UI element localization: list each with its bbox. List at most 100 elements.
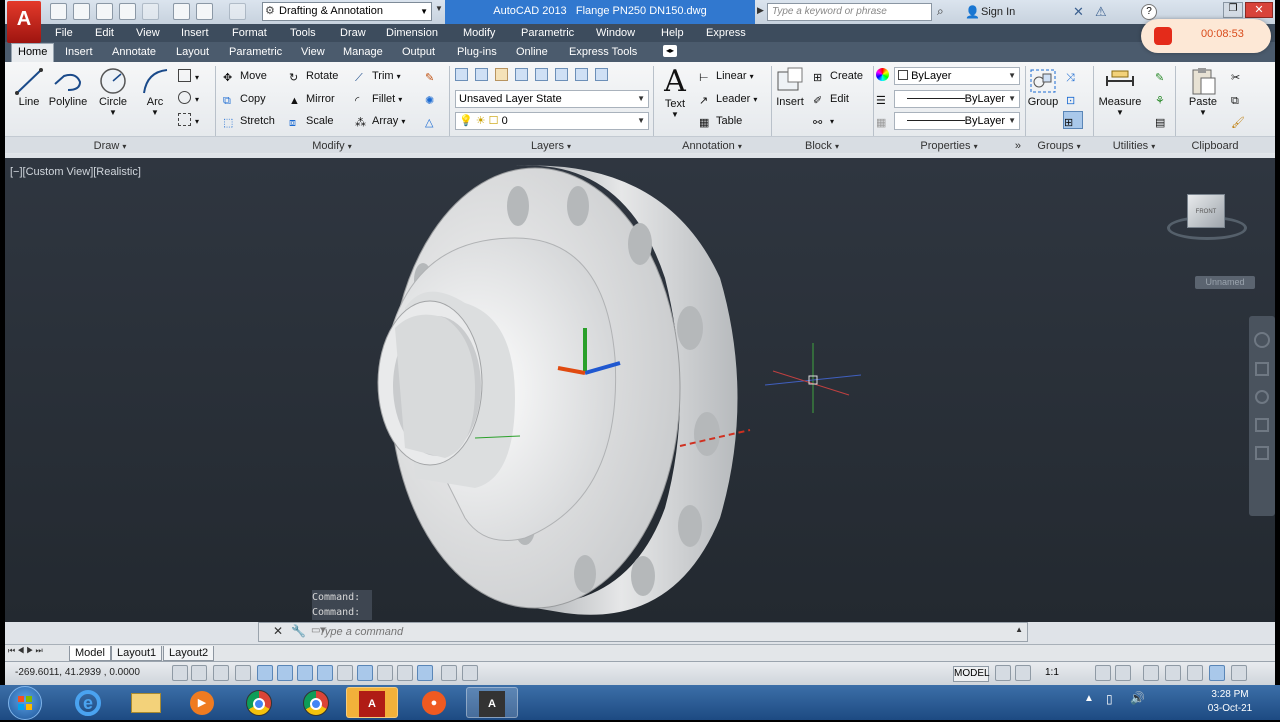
file-explorer-icon[interactable] bbox=[120, 687, 172, 718]
move-button[interactable]: ✥ Move bbox=[223, 67, 267, 85]
erase-button[interactable]: ✎ bbox=[425, 67, 442, 85]
network-icon[interactable]: ▯ bbox=[1106, 692, 1113, 706]
close-window-button[interactable]: ✕ bbox=[1245, 2, 1273, 18]
ungroup-icon[interactable]: ⤨ bbox=[1066, 67, 1083, 85]
coordinates-readout[interactable]: -269.6011, 41.2939 , 0.0000 bbox=[15, 667, 140, 678]
polyline-button[interactable]: Polyline bbox=[45, 66, 91, 108]
start-button[interactable] bbox=[8, 686, 42, 720]
leader-button[interactable]: ↗ Leader ▾ bbox=[699, 90, 757, 108]
layer-state-dropdown[interactable]: Unsaved Layer State ▼ bbox=[455, 90, 649, 108]
showmotion-icon[interactable] bbox=[1255, 446, 1269, 460]
cloud-icon[interactable] bbox=[142, 3, 159, 20]
annotation-monitor-icon[interactable] bbox=[462, 665, 478, 681]
menu-view[interactable]: View bbox=[136, 25, 160, 41]
save-as-icon[interactable] bbox=[119, 3, 136, 20]
tray-expand-icon[interactable]: ▲ bbox=[1084, 693, 1094, 704]
osnap-icon[interactable] bbox=[277, 665, 293, 681]
app-logo[interactable]: A bbox=[7, 1, 41, 43]
match-properties-icon[interactable] bbox=[876, 67, 893, 85]
cut-icon[interactable]: ✂ bbox=[1231, 67, 1248, 85]
tab-layout[interactable]: Layout bbox=[170, 44, 215, 60]
menu-express[interactable]: Express bbox=[706, 25, 746, 41]
expand-arrow-icon[interactable]: ▶ bbox=[757, 5, 765, 19]
lock-ui-icon[interactable] bbox=[1165, 665, 1181, 681]
copy-button[interactable]: ⧉ Copy bbox=[223, 90, 266, 108]
tab-annotate[interactable]: Annotate bbox=[106, 44, 162, 60]
circle-button[interactable]: Circle ▼ bbox=[93, 66, 133, 117]
otrack-icon[interactable] bbox=[317, 665, 333, 681]
group-selection-toggle[interactable]: ⊞ bbox=[1063, 111, 1083, 129]
layer-freeze-icon[interactable] bbox=[495, 68, 509, 81]
qat-dropdown-icon[interactable]: ▼ bbox=[435, 4, 445, 20]
linear-button[interactable]: ⊢ Linear ▾ bbox=[699, 67, 754, 85]
utilities-panel-title[interactable]: Utilities ▾ bbox=[1093, 138, 1175, 154]
selection-cycling-icon[interactable] bbox=[441, 665, 457, 681]
recorder-taskbar-icon[interactable]: ● bbox=[408, 687, 460, 718]
block-panel-title[interactable]: Block ▾ bbox=[771, 138, 873, 154]
annotation-scale[interactable]: 1:1 bbox=[1045, 667, 1059, 678]
mirror-button[interactable]: ▲ Mirror bbox=[289, 90, 335, 108]
zoom-icon[interactable] bbox=[1255, 390, 1269, 404]
tab-plugins[interactable]: Plug-ins bbox=[451, 44, 503, 60]
hardware-acceleration-icon[interactable] bbox=[1187, 665, 1203, 681]
fillet-button[interactable]: ◜ Fillet ▾ bbox=[355, 90, 402, 108]
autocad-2-taskbar-icon[interactable]: A bbox=[466, 687, 518, 718]
insert-button[interactable]: Insert bbox=[773, 66, 807, 108]
text-button[interactable]: A Text ▼ bbox=[657, 66, 693, 120]
match-prop-icon[interactable]: 🖌 bbox=[1231, 112, 1248, 130]
tab-model[interactable]: Model bbox=[69, 646, 111, 661]
save-icon[interactable] bbox=[96, 3, 113, 20]
draw-panel-title[interactable]: Draw ▾ bbox=[5, 138, 215, 154]
steering-wheel-icon[interactable] bbox=[1254, 332, 1270, 348]
tab-view[interactable]: View bbox=[295, 44, 331, 60]
polar-icon[interactable] bbox=[257, 665, 273, 681]
chevron-down-icon[interactable]: ▼ bbox=[1096, 108, 1144, 117]
workspace-select[interactable]: ⚙ Drafting & Annotation ▼ bbox=[262, 2, 432, 21]
viewcube-face[interactable]: FRONT bbox=[1187, 194, 1225, 228]
explode-button[interactable]: ✺ bbox=[425, 90, 442, 108]
layer-isolate-icon[interactable] bbox=[535, 68, 549, 81]
grid-display-icon[interactable] bbox=[213, 665, 229, 681]
infer-constraints-icon[interactable] bbox=[172, 665, 188, 681]
orbit-icon[interactable] bbox=[1255, 418, 1269, 432]
chrome-icon[interactable] bbox=[233, 687, 285, 718]
clipboard-panel-title[interactable]: Clipboard bbox=[1175, 138, 1255, 154]
transparency-toggle-icon[interactable] bbox=[397, 665, 413, 681]
tab-home[interactable]: Home bbox=[11, 43, 55, 62]
group-button[interactable]: Group bbox=[1025, 66, 1061, 108]
close-icon[interactable]: ✕ bbox=[273, 624, 283, 638]
layer-merge-icon[interactable] bbox=[595, 68, 609, 81]
array-button[interactable]: ⁂ Array ▾ bbox=[355, 112, 405, 130]
tab-insert[interactable]: Insert bbox=[59, 44, 99, 60]
tab-manage[interactable]: Manage bbox=[337, 44, 389, 60]
new-icon[interactable] bbox=[50, 3, 67, 20]
layer-walk-icon[interactable] bbox=[575, 68, 589, 81]
arc-button[interactable]: Arc ▼ bbox=[137, 66, 173, 117]
table-button[interactable]: ▦ Table bbox=[699, 112, 742, 130]
create-block-button[interactable]: ⊞ Create bbox=[813, 67, 863, 85]
ducs-icon[interactable] bbox=[337, 665, 353, 681]
tab-online[interactable]: Online bbox=[510, 44, 554, 60]
wrench-icon[interactable]: 🔧 bbox=[291, 624, 306, 638]
calculator-icon[interactable]: ▤ bbox=[1155, 112, 1172, 130]
chevron-down-icon[interactable]: ▼ bbox=[657, 110, 693, 119]
stretch-button[interactable]: ⬚ Stretch bbox=[223, 112, 275, 130]
lineweight-dropdown[interactable]: ByLayer ▼ bbox=[894, 112, 1020, 130]
lineweight-toggle-icon[interactable] bbox=[377, 665, 393, 681]
expand-history-icon[interactable]: ▲ bbox=[1015, 625, 1023, 634]
color-dropdown[interactable]: ByLayer ▼ bbox=[894, 67, 1020, 85]
pan-icon[interactable] bbox=[1255, 362, 1269, 376]
open-icon[interactable] bbox=[73, 3, 90, 20]
linetype-dropdown[interactable]: ByLayer ▼ bbox=[894, 90, 1020, 108]
menu-parametric[interactable]: Parametric bbox=[521, 25, 574, 41]
layer-unisolate-icon[interactable] bbox=[555, 68, 569, 81]
connect-icon[interactable]: ⚠ bbox=[1095, 4, 1113, 20]
workspace-switching-icon[interactable] bbox=[1143, 665, 1159, 681]
ucs-dropdown[interactable]: Unnamed bbox=[1195, 276, 1255, 289]
trim-button[interactable]: ⟋ Trim ▾ bbox=[355, 67, 401, 85]
measure-button[interactable]: Measure ▼ bbox=[1096, 66, 1144, 117]
copy-clip-icon[interactable]: ⧉ bbox=[1231, 90, 1248, 108]
quick-view-drawings-icon[interactable] bbox=[1015, 665, 1031, 681]
edit-block-button[interactable]: ✐ Edit bbox=[813, 90, 849, 108]
line-button[interactable]: Line bbox=[9, 66, 49, 108]
